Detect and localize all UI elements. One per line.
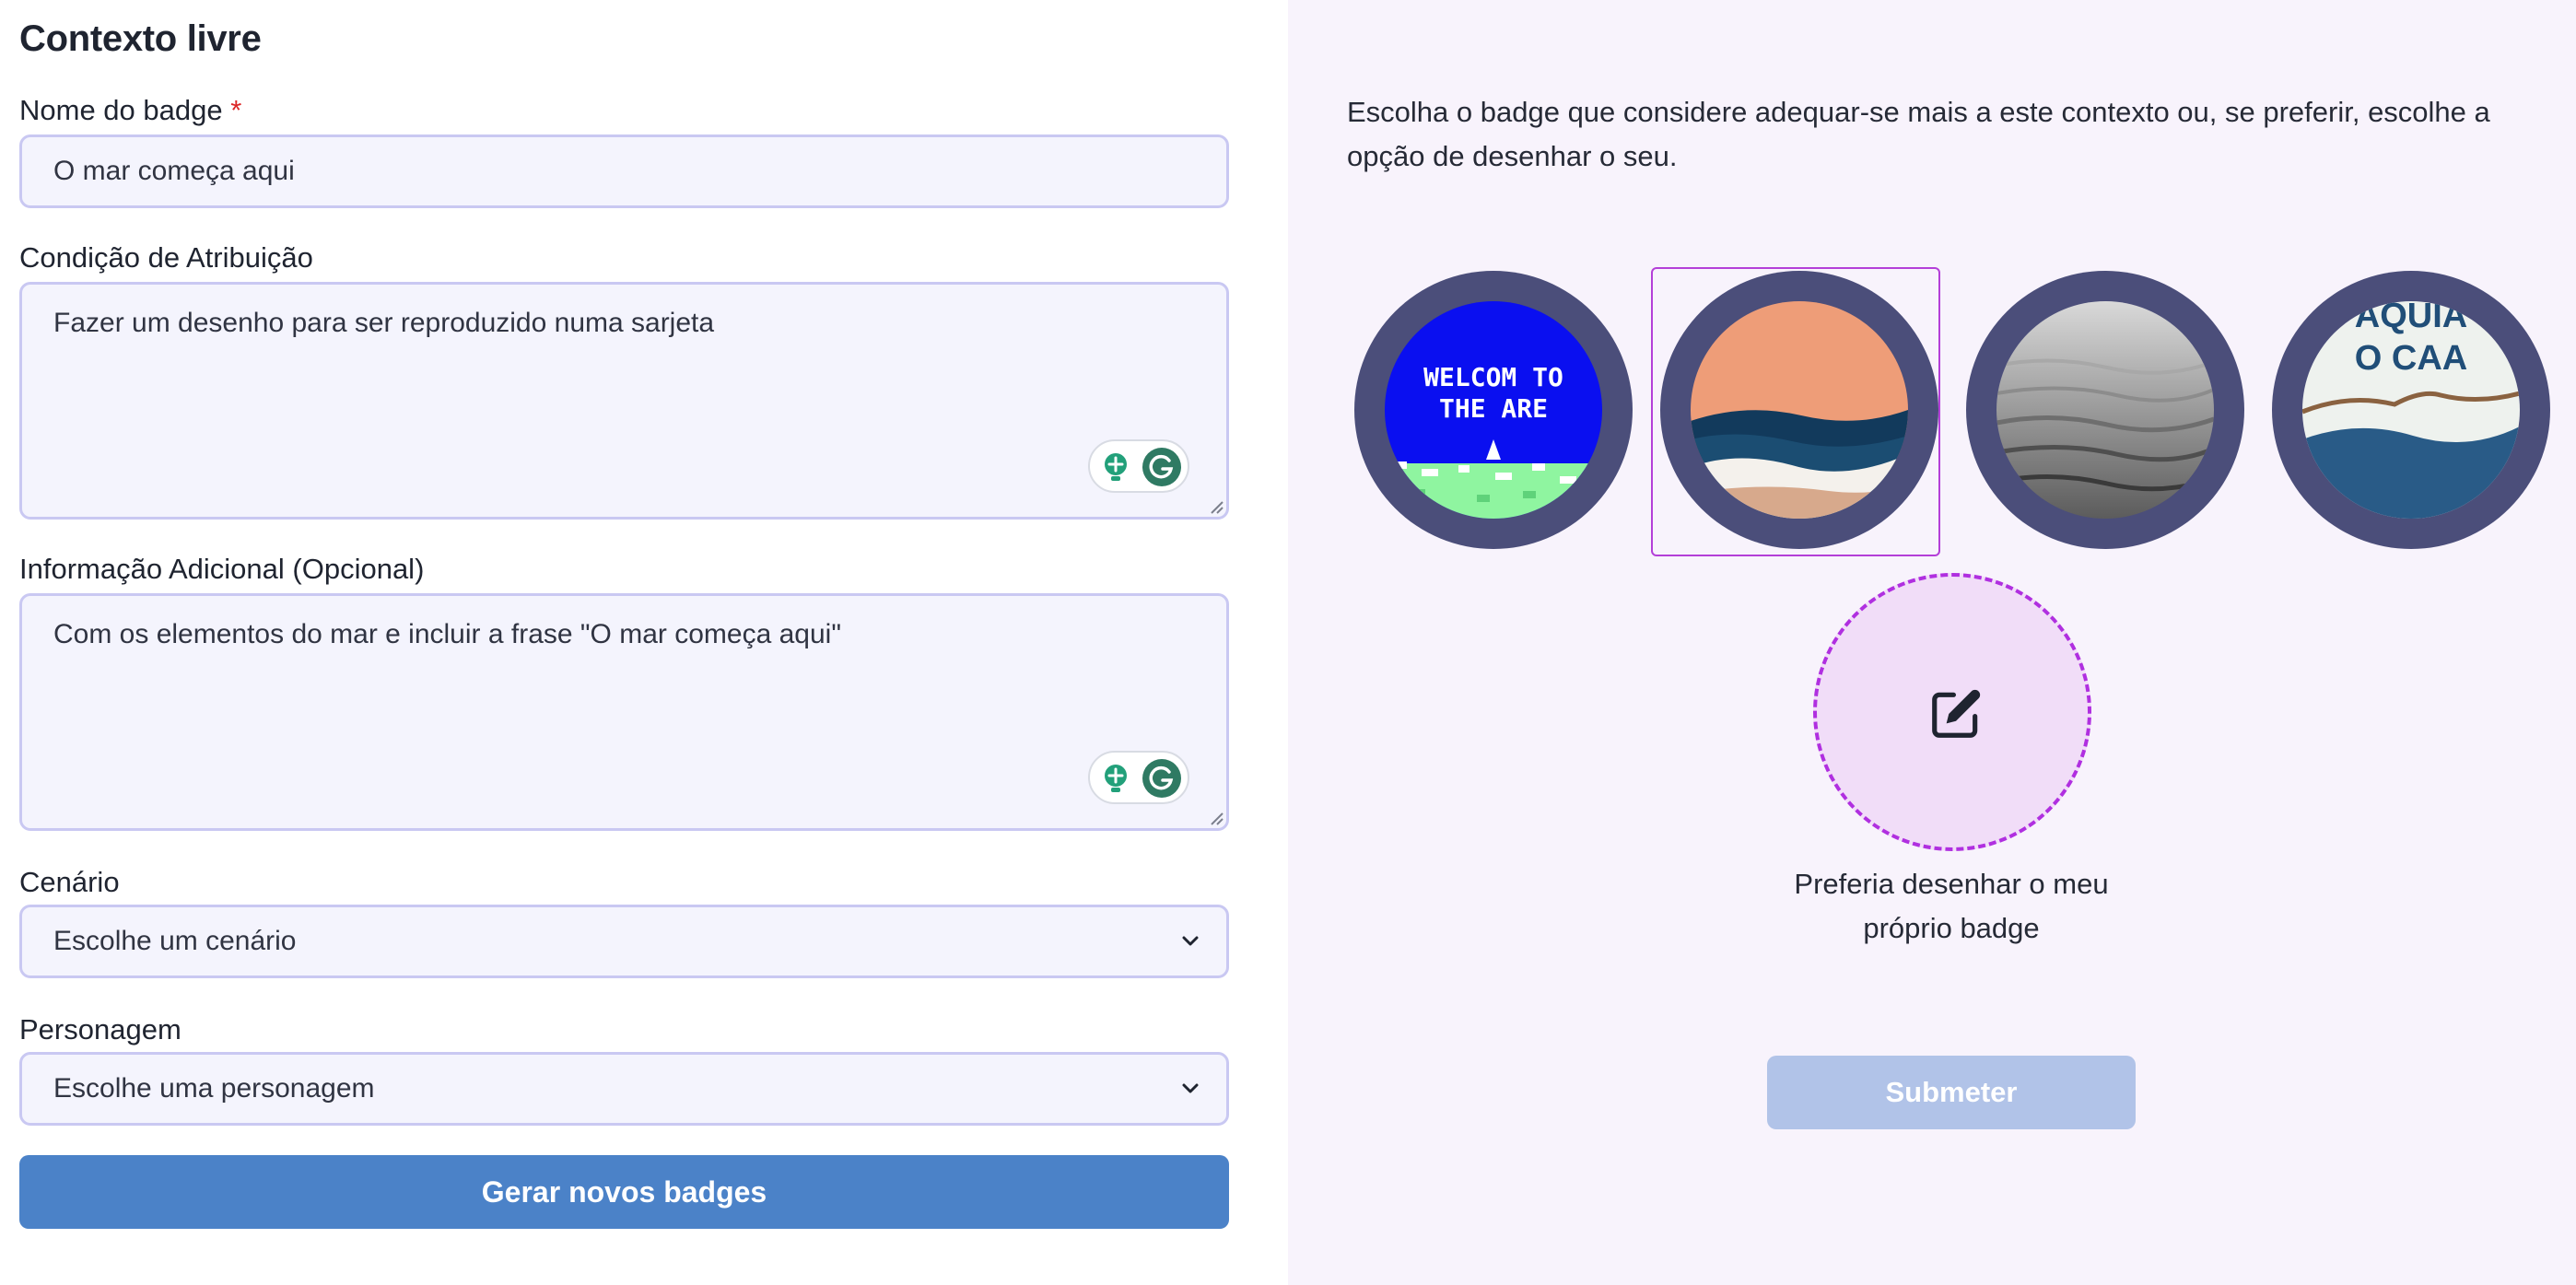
badge-1-text-line2: THE ARE	[1439, 393, 1548, 424]
chevron-down-icon	[1182, 936, 1199, 946]
character-selected-value: Escolhe uma personagem	[53, 1073, 375, 1104]
scenario-selected-value: Escolhe um cenário	[53, 926, 297, 956]
text-wave-image: AQUIA O CAA	[2302, 301, 2520, 519]
additional-info-label: Informação Adicional (Opcional)	[19, 553, 425, 585]
badge-option-1[interactable]: WELCOM TO THE ARE	[1345, 267, 1634, 556]
required-mark: *	[230, 94, 242, 126]
badge-4-text-line2: O CAA	[2355, 339, 2467, 378]
writing-assistant-toolbar	[1088, 751, 1189, 804]
scenario-label: Cenário	[19, 866, 120, 898]
edit-icon	[1932, 689, 1981, 738]
condition-value: Fazer um desenho para ser reproduzido nu…	[53, 308, 715, 338]
badge-1-text-line1: WELCOM TO	[1423, 362, 1563, 392]
grammar-assistant-icon[interactable]	[1142, 447, 1182, 487]
condition-textarea[interactable]: Fazer um desenho para ser reproduzido nu…	[19, 282, 1229, 520]
badge-ring	[1966, 271, 2244, 549]
badge-ring	[1660, 271, 1938, 549]
resize-handle-icon[interactable]	[1208, 498, 1224, 515]
page-title: Contexto livre	[19, 18, 262, 59]
character-label: Personagem	[19, 1013, 181, 1046]
badge-option-2[interactable]	[1651, 267, 1940, 556]
draw-own-badge-label: Preferia desenhar o meu próprio badge	[1794, 868, 2109, 944]
badge-option-4[interactable]: AQUIA O CAA	[2263, 267, 2552, 556]
badge-name-value: O mar começa aqui	[53, 156, 295, 186]
additional-info-value: Com os elementos do mar e incluir a fras…	[53, 619, 841, 649]
badge-4-text-line1: AQUIA	[2355, 301, 2467, 335]
submit-button[interactable]: Submeter	[1767, 1056, 2136, 1129]
generate-badges-button[interactable]: Gerar novos badges	[19, 1155, 1229, 1229]
lightbulb-icon[interactable]	[1099, 450, 1132, 483]
resize-handle-icon[interactable]	[1208, 810, 1224, 826]
badge-image-sand-ripples	[1996, 301, 2214, 519]
scenario-select[interactable]: Escolhe um cenário	[19, 905, 1229, 978]
badge-name-label: Nome do badge *	[19, 94, 241, 127]
selection-instructions: Escolha o badge que considere adequar-se…	[1347, 96, 2490, 172]
sand-ripples-image	[1996, 301, 2214, 519]
badge-image-sunset-waves	[1691, 301, 1908, 519]
character-select[interactable]: Escolhe uma personagem	[19, 1052, 1229, 1126]
sunset-waves-image	[1691, 301, 1908, 519]
badge-ring: WELCOM TO THE ARE	[1354, 271, 1633, 549]
chevron-down-icon	[1182, 1083, 1199, 1093]
badge-name-label-text: Nome do badge	[19, 94, 223, 126]
additional-info-textarea[interactable]: Com os elementos do mar e incluir a fras…	[19, 593, 1229, 831]
badge-name-input[interactable]: O mar começa aqui	[19, 134, 1229, 208]
lightbulb-icon[interactable]	[1099, 761, 1132, 794]
badge-option-3[interactable]	[1957, 267, 2246, 556]
badge-ring: AQUIA O CAA	[2272, 271, 2550, 549]
badge-form-panel: Contexto livre Nome do badge * O mar com…	[0, 0, 1288, 1285]
badge-image-text-wave: AQUIA O CAA	[2302, 301, 2520, 519]
condition-label: Condição de Atribuição	[19, 241, 313, 274]
draw-own-badge-option[interactable]	[1813, 573, 2091, 851]
badge-selection-panel: Escolha o badge que considere adequar-se…	[1288, 0, 2576, 1285]
pixel-sea-image: WELCOM TO THE ARE	[1385, 301, 1602, 519]
badge-image-pixel-sea: WELCOM TO THE ARE	[1385, 301, 1602, 519]
writing-assistant-toolbar	[1088, 439, 1189, 493]
grammar-assistant-icon[interactable]	[1142, 758, 1182, 799]
